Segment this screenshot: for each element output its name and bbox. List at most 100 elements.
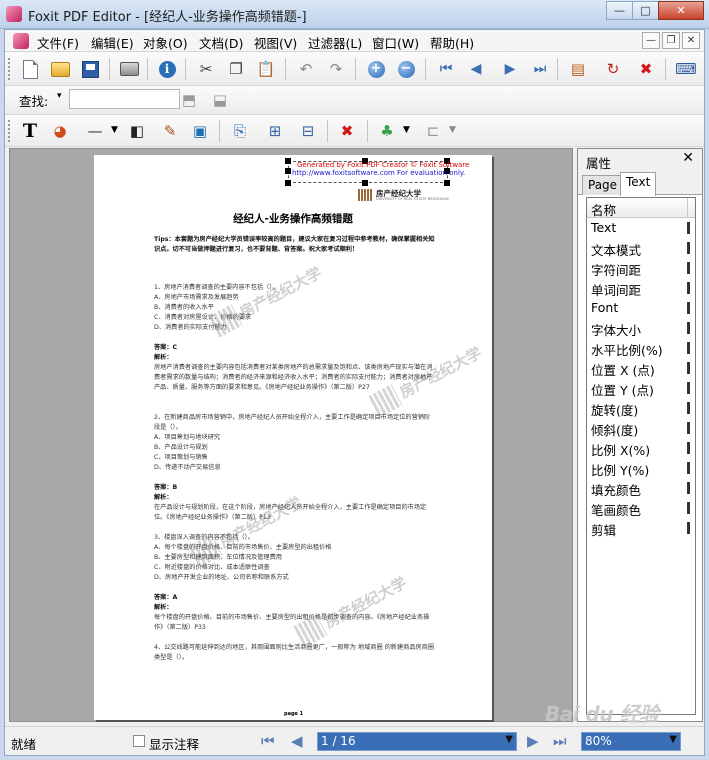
open-button[interactable] [48, 57, 72, 81]
selection-handle[interactable] [444, 180, 450, 186]
zoom-combo[interactable]: 80% ▼ [581, 732, 681, 751]
save-button[interactable] [78, 57, 102, 81]
rotate-page-icon: ↻ [606, 59, 620, 78]
add-text-button[interactable]: T [18, 119, 42, 143]
property-row[interactable]: 填充颜色 [587, 478, 695, 498]
property-row[interactable]: 水平比例(%) [587, 338, 695, 358]
pdf-page[interactable]: Generated by Foxit PDF Creator © Foxit S… [94, 155, 492, 720]
property-row[interactable]: 倾斜(度) [587, 418, 695, 438]
document-icon[interactable] [13, 33, 29, 49]
property-name-header[interactable]: 名称 [587, 198, 695, 218]
color-button[interactable]: ◕ [48, 119, 72, 143]
maximize-button[interactable]: □ [632, 1, 659, 20]
menu-view[interactable]: 视图(V) [254, 33, 297, 52]
minimize-button[interactable]: — [606, 1, 633, 20]
toolbar-grip[interactable] [8, 120, 11, 142]
show-annotations-checkbox[interactable] [133, 735, 145, 747]
properties-button[interactable]: i [155, 57, 179, 81]
align-button[interactable]: ⊞ [263, 119, 287, 143]
page-number-combo[interactable]: 1 / 16 ▼ [317, 732, 517, 751]
paste-button[interactable]: 📋 [254, 57, 278, 81]
chevron-down-icon[interactable]: ▼ [669, 734, 677, 745]
property-list[interactable]: 名称 Text 文本模式 字符间距 单词间距 Font 字体大小 水平比例(%)… [586, 197, 696, 715]
find-next-button[interactable]: ⬓ [208, 88, 232, 112]
status-previous-page-icon[interactable]: ◀ [291, 732, 303, 750]
toolbar-grip[interactable] [8, 58, 11, 80]
find-previous-button[interactable]: ⬒ [177, 88, 201, 112]
property-row[interactable]: 字符间距 [587, 258, 695, 278]
edit-text-button[interactable]: ✎ [158, 119, 182, 143]
menu-window[interactable]: 窗口(W) [372, 33, 419, 52]
menu-filter[interactable]: 过滤器(L) [308, 33, 362, 52]
selection-handle[interactable] [285, 168, 291, 174]
doc-restore-button[interactable]: ❐ [662, 32, 680, 49]
delete-object-button[interactable]: ✖ [335, 119, 359, 143]
selection-handle[interactable] [285, 158, 291, 164]
menu-document[interactable]: 文档(D) [199, 33, 243, 52]
property-row[interactable]: 单词间距 [587, 278, 695, 298]
line-button[interactable]: — [83, 119, 107, 143]
previous-page-icon: ◀ [470, 61, 482, 77]
copy-button[interactable]: ❐ [224, 57, 248, 81]
objects-dropdown-icon[interactable]: ▼ [403, 125, 410, 135]
property-row[interactable]: Font [587, 298, 695, 318]
next-page-button[interactable]: ▶ [498, 57, 522, 81]
property-row[interactable]: Text [587, 218, 695, 238]
chevron-down-icon[interactable]: ▼ [505, 734, 513, 745]
status-first-page-icon[interactable]: ⏮ [261, 732, 275, 750]
undo-button[interactable]: ↶ [294, 57, 318, 81]
find-options-icon[interactable]: ▾ [57, 91, 62, 101]
menu-edit[interactable]: 编辑(E) [91, 33, 134, 52]
document-workspace[interactable]: Generated by Foxit PDF Creator © Foxit S… [9, 148, 573, 722]
toolbar-separator [285, 58, 286, 80]
status-last-page-icon[interactable]: ⏭ [553, 732, 567, 750]
doc-close-button[interactable]: ✕ [682, 32, 700, 49]
menu-help[interactable]: 帮助(H) [430, 33, 474, 52]
selection-handle[interactable] [285, 180, 291, 186]
undo-icon: ↶ [299, 59, 313, 78]
first-page-button[interactable]: ⏮ [434, 57, 458, 81]
page-properties-button[interactable]: ▤ [566, 57, 590, 81]
property-row[interactable]: 位置 X (点) [587, 358, 695, 378]
panel-close-icon[interactable]: ✕ [682, 150, 694, 166]
image-button[interactable]: ▣ [188, 119, 212, 143]
close-button[interactable]: ✕ [658, 1, 704, 20]
rotate-page-button[interactable]: ↻ [601, 57, 625, 81]
redo-button[interactable]: ↷ [324, 57, 348, 81]
property-row[interactable]: 比例 X(%) [587, 438, 695, 458]
line-dropdown-icon[interactable]: ▼ [111, 125, 118, 135]
property-row[interactable]: 笔画颜色 [587, 498, 695, 518]
distribute-button[interactable]: ⊟ [296, 119, 320, 143]
cut-button[interactable]: ✂ [194, 57, 218, 81]
last-page-button[interactable]: ⏭ [528, 57, 552, 81]
print-button[interactable] [117, 57, 141, 81]
tab-text[interactable]: Text [620, 172, 657, 196]
property-row[interactable]: 旋转(度) [587, 398, 695, 418]
property-row[interactable]: 文本模式 [587, 238, 695, 258]
keyboard-button[interactable]: ⌨ [674, 57, 698, 81]
property-row[interactable]: 字体大小 [587, 318, 695, 338]
zoom-in-button[interactable]: + [364, 57, 388, 81]
find-input[interactable] [69, 89, 180, 109]
layout-dropdown-icon[interactable]: ▼ [449, 125, 456, 135]
selection-handle[interactable] [362, 180, 368, 186]
status-next-page-icon[interactable]: ▶ [527, 732, 539, 750]
doc-minimize-button[interactable]: — [642, 32, 660, 49]
zoom-out-button[interactable]: − [394, 57, 418, 81]
open-folder-icon [50, 61, 70, 77]
tab-page[interactable]: Page [582, 175, 624, 195]
previous-page-button[interactable]: ◀ [464, 57, 488, 81]
property-row[interactable]: 比例 Y(%) [587, 458, 695, 478]
select-edit-button[interactable]: ⎘ [228, 119, 252, 143]
objects-button[interactable]: ♣ [375, 119, 399, 143]
menu-object[interactable]: 对象(O) [143, 33, 188, 52]
shape-button[interactable]: ◧ [125, 119, 149, 143]
property-row[interactable]: 位置 Y (点) [587, 378, 695, 398]
new-button[interactable] [18, 57, 42, 81]
property-row[interactable]: 剪辑 [587, 518, 695, 538]
question-2: 2、在新建商品房市场营销中，房地产经纪人员开始全程介入，主要工作是确定项目市场定… [154, 414, 431, 431]
find-next-icon: ⬓ [212, 90, 228, 109]
layout-button[interactable]: ⊏ [421, 119, 445, 143]
menu-file[interactable]: 文件(F) [37, 33, 79, 52]
delete-page-button[interactable]: ✖ [634, 57, 658, 81]
